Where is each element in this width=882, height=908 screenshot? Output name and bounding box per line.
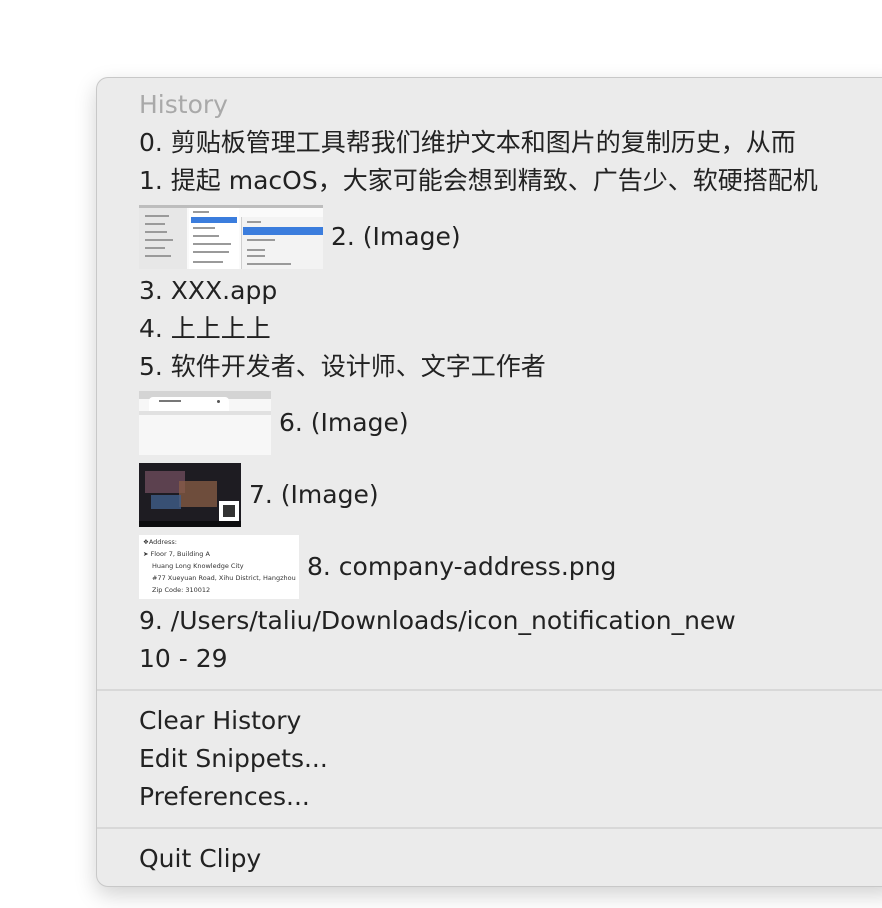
history-item-2[interactable]: 2. (Image) — [139, 205, 461, 269]
history-item-8-label: 8. company-address.png — [307, 552, 617, 581]
history-item-0[interactable]: 0. 剪贴板管理工具帮我们维护文本和图片的复制历史，从而 — [139, 124, 796, 162]
thumb-address-line: Huang Long Knowledge City — [152, 562, 244, 570]
history-item-7-label: 7. (Image) — [249, 480, 379, 509]
edit-snippets-item[interactable]: Edit Snippets... — [139, 740, 328, 778]
history-item-7[interactable]: 7. (Image) — [139, 463, 379, 527]
history-header: History — [139, 90, 228, 119]
menu-separator — [97, 827, 882, 829]
clipy-menu: History 0. 剪贴板管理工具帮我们维护文本和图片的复制历史，从而 1. … — [96, 77, 882, 887]
thumb-address-line: Zip Code: 310012 — [152, 586, 211, 594]
history-item-6-label: 6. (Image) — [279, 408, 409, 437]
preferences-item[interactable]: Preferences... — [139, 778, 310, 816]
history-item-4[interactable]: 4. 上上上上 — [139, 310, 271, 348]
history-item-6[interactable]: 6. (Image) — [139, 391, 409, 455]
history-item-3[interactable]: 3. XXX.app — [139, 272, 277, 310]
thumb-address-line: ➤ Floor 7, Building A — [143, 550, 210, 558]
image-thumbnail-browser — [139, 391, 271, 455]
clear-history-item[interactable]: Clear History — [139, 702, 301, 740]
image-thumbnail-finder — [139, 205, 323, 269]
history-item-more[interactable]: 10 - 29 — [139, 640, 228, 678]
menu-separator — [97, 689, 882, 691]
thumb-address-line: ❖Address: — [143, 538, 177, 546]
history-item-9[interactable]: 9. /Users/taliu/Downloads/icon_notificat… — [139, 602, 736, 640]
history-item-8[interactable]: ❖Address: ➤ Floor 7, Building A Huang Lo… — [139, 535, 616, 599]
history-item-1[interactable]: 1. 提起 macOS，大家可能会想到精致、广告少、软硬搭配机 — [139, 162, 818, 200]
history-item-2-label: 2. (Image) — [331, 222, 461, 251]
image-thumbnail-video — [139, 463, 241, 527]
quit-clipy-item[interactable]: Quit Clipy — [139, 840, 261, 878]
image-thumbnail-address: ❖Address: ➤ Floor 7, Building A Huang Lo… — [139, 535, 299, 599]
history-item-5[interactable]: 5. 软件开发者、设计师、文字工作者 — [139, 348, 546, 386]
thumb-address-line: #77 Xueyuan Road, Xihu District, Hangzho… — [152, 574, 296, 582]
